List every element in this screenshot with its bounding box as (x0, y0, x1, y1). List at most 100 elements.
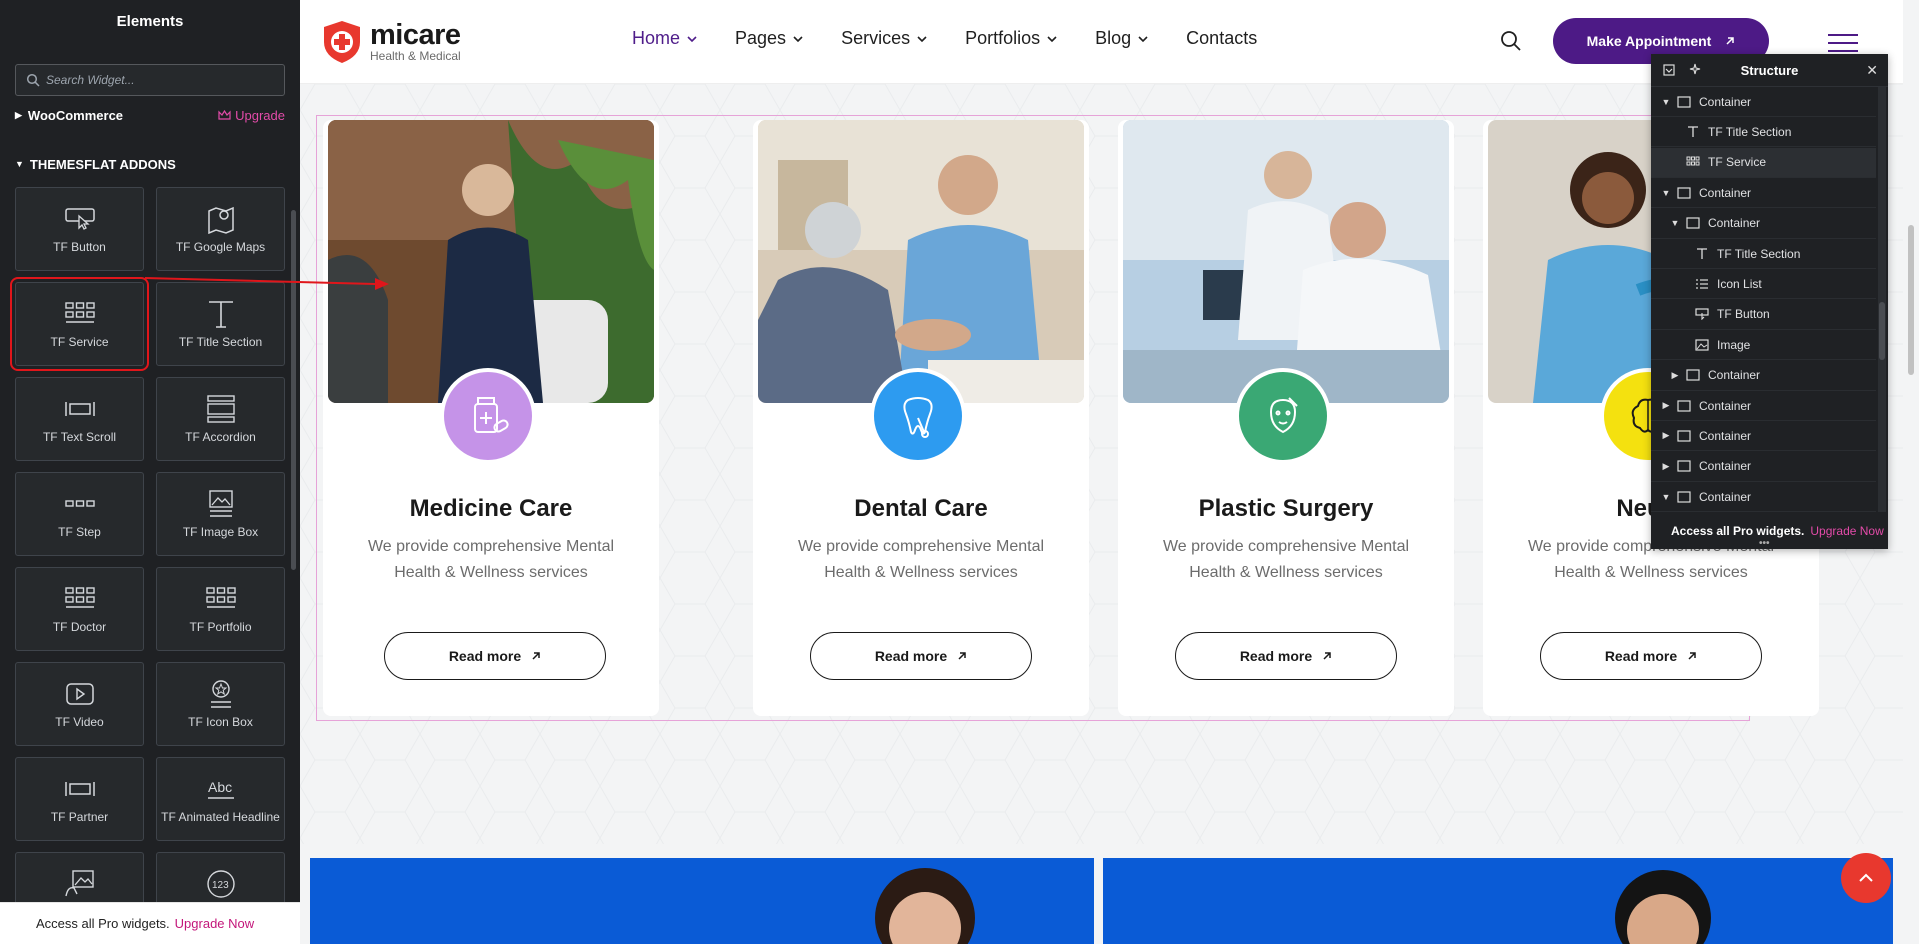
widget-tf-partner[interactable]: TF Partner (15, 757, 144, 841)
category-themesflat-addons[interactable]: ▼ THEMESFLAT ADDONS (15, 154, 285, 174)
structure-row[interactable]: Icon List (1651, 269, 1876, 300)
nav-services[interactable]: Services (841, 28, 927, 49)
nav-label: Contacts (1186, 28, 1258, 48)
read-more-button[interactable]: Read more (810, 632, 1032, 680)
page-scrollbar-thumb[interactable] (1908, 225, 1914, 375)
container-icon (1677, 430, 1691, 442)
upgrade-now-link[interactable]: Upgrade Now (1810, 524, 1883, 538)
panel-scrollbar[interactable] (291, 210, 296, 570)
widget-label: TF Partner (50, 810, 109, 824)
caret-right-icon[interactable]: ▶ (1661, 430, 1671, 441)
widget-tf-step[interactable]: TF Step (15, 472, 144, 556)
container-icon (1677, 399, 1691, 412)
structure-row[interactable]: TF Title Section (1651, 117, 1876, 148)
widget-tf-image-box[interactable]: TF Image Box (156, 472, 285, 556)
widget-tf-video[interactable]: TF Video (15, 662, 144, 746)
structure-scrollbar-thumb[interactable] (1879, 302, 1885, 360)
video-play-icon (65, 683, 94, 705)
page-scrollbar[interactable] (1903, 0, 1919, 944)
structure-row[interactable]: ▶ Container (1651, 421, 1876, 452)
upgrade-now-link[interactable]: Upgrade Now (175, 916, 255, 931)
read-more-label: Read more (874, 648, 948, 664)
widget-label: TF Title Section (178, 335, 263, 349)
counter-123-icon: 123 (206, 870, 235, 898)
nav-portfolios[interactable]: Portfolios (965, 28, 1057, 49)
widget-tf-animated-headline[interactable]: Abc TF Animated Headline (156, 757, 285, 841)
close-icon[interactable]: ✕ (1866, 62, 1878, 79)
hamburger-menu-icon[interactable] (1828, 33, 1858, 53)
widget-tf-accordion[interactable]: TF Accordion (156, 377, 285, 461)
structure-row-label: Container (1699, 94, 1752, 109)
read-more-button[interactable]: Read more (1175, 632, 1397, 680)
widget-tf-doctor[interactable]: TF Doctor (15, 567, 144, 651)
logo-name: micare (370, 19, 461, 51)
title-t-icon (1688, 126, 1698, 137)
upgrade-link[interactable]: Upgrade (218, 108, 285, 123)
structure-row[interactable]: TF Service (1651, 147, 1876, 178)
widget-tf-google-maps[interactable]: TF Google Maps (156, 187, 285, 271)
structure-scrollbar[interactable] (1878, 87, 1886, 512)
service-description: We provide comprehensive Mental Health &… (797, 538, 1045, 581)
widget-tf-portfolio[interactable]: TF Portfolio (156, 567, 285, 651)
widget-label: TF Accordion (185, 430, 256, 444)
scroll-to-top-button[interactable] (1841, 853, 1891, 903)
structure-row[interactable]: ▶ Container (1651, 391, 1876, 421)
pro-bar-text: Access all Pro widgets. (1671, 523, 1805, 538)
nav-pages[interactable]: Pages (735, 28, 803, 49)
widget-tf-button[interactable]: TF Button (15, 187, 144, 271)
site-logo[interactable]: micare Health & Medical (322, 20, 461, 64)
search-icon[interactable] (1500, 30, 1522, 52)
structure-row[interactable]: ▶ Container (1651, 452, 1876, 482)
structure-row[interactable]: Image (1651, 330, 1876, 361)
structure-row[interactable]: ▶ Container (1651, 361, 1876, 391)
nav-home[interactable]: Home (632, 28, 697, 49)
category-woocommerce[interactable]: ▶ WooCommerce Upgrade (15, 105, 285, 125)
more-dots-icon[interactable]: ••• (1759, 538, 1770, 549)
nav-contacts[interactable]: Contacts (1186, 28, 1257, 49)
svg-text:Abc: Abc (208, 779, 232, 795)
widget-label: TF Step (58, 525, 101, 539)
grid-icon (64, 587, 95, 608)
structure-row-label: Container (1699, 459, 1752, 474)
caret-right-icon[interactable]: ▶ (1661, 400, 1671, 411)
title-t-icon (1697, 247, 1707, 259)
structure-row[interactable]: ▼ Container (1651, 482, 1876, 513)
structure-row[interactable]: TF Title Section (1651, 239, 1876, 269)
nav-label: Portfolios (965, 28, 1041, 48)
appointment-label: Make Appointment (1586, 33, 1712, 49)
widget-label: TF Image Box (182, 525, 259, 539)
structure-row-label: Container (1708, 368, 1761, 383)
read-more-button[interactable]: Read more (384, 632, 606, 680)
face-surgery-icon (1269, 397, 1298, 434)
structure-row[interactable]: ▼ Container (1651, 178, 1876, 209)
caret-down-icon[interactable]: ▼ (1661, 492, 1671, 502)
service-badge (440, 368, 536, 464)
widget-tf-icon-box[interactable]: TF Icon Box (156, 662, 285, 746)
caret-down-icon[interactable]: ▼ (1661, 97, 1671, 107)
widget-search-input[interactable] (46, 65, 276, 95)
widget-label: TF Portfolio (189, 620, 252, 634)
nav-blog[interactable]: Blog (1095, 28, 1148, 49)
logo-tagline: Health & Medical (370, 49, 461, 63)
button-cursor-icon (1695, 308, 1709, 321)
caret-right-icon[interactable]: ▶ (1661, 461, 1671, 472)
caret-right-icon[interactable]: ▶ (1670, 370, 1680, 381)
caret-down-icon[interactable]: ▼ (1670, 218, 1680, 228)
container-icon (1677, 491, 1691, 503)
widget-tf-text-scroll[interactable]: TF Text Scroll (15, 377, 144, 461)
widget-search-box[interactable] (15, 64, 285, 96)
medicine-bottle-icon (474, 397, 509, 433)
widget-tf-service[interactable]: TF Service (10, 277, 149, 371)
structure-row[interactable]: ▼ Container (1651, 87, 1876, 117)
search-icon (26, 73, 40, 87)
container-icon (1677, 95, 1691, 108)
chevron-down-icon (1138, 35, 1148, 42)
service-title: Dental Care (854, 495, 988, 522)
medical-shield-icon (324, 21, 360, 63)
structure-row[interactable]: TF Button (1651, 300, 1876, 330)
caret-down-icon[interactable]: ▼ (1661, 188, 1671, 198)
structure-row-label: Container (1699, 428, 1752, 443)
read-more-button[interactable]: Read more (1540, 632, 1762, 680)
main-nav: Home Pages Services Portfolios Blog Cont… (632, 28, 1295, 49)
structure-row[interactable]: ▼ Container (1651, 209, 1876, 239)
